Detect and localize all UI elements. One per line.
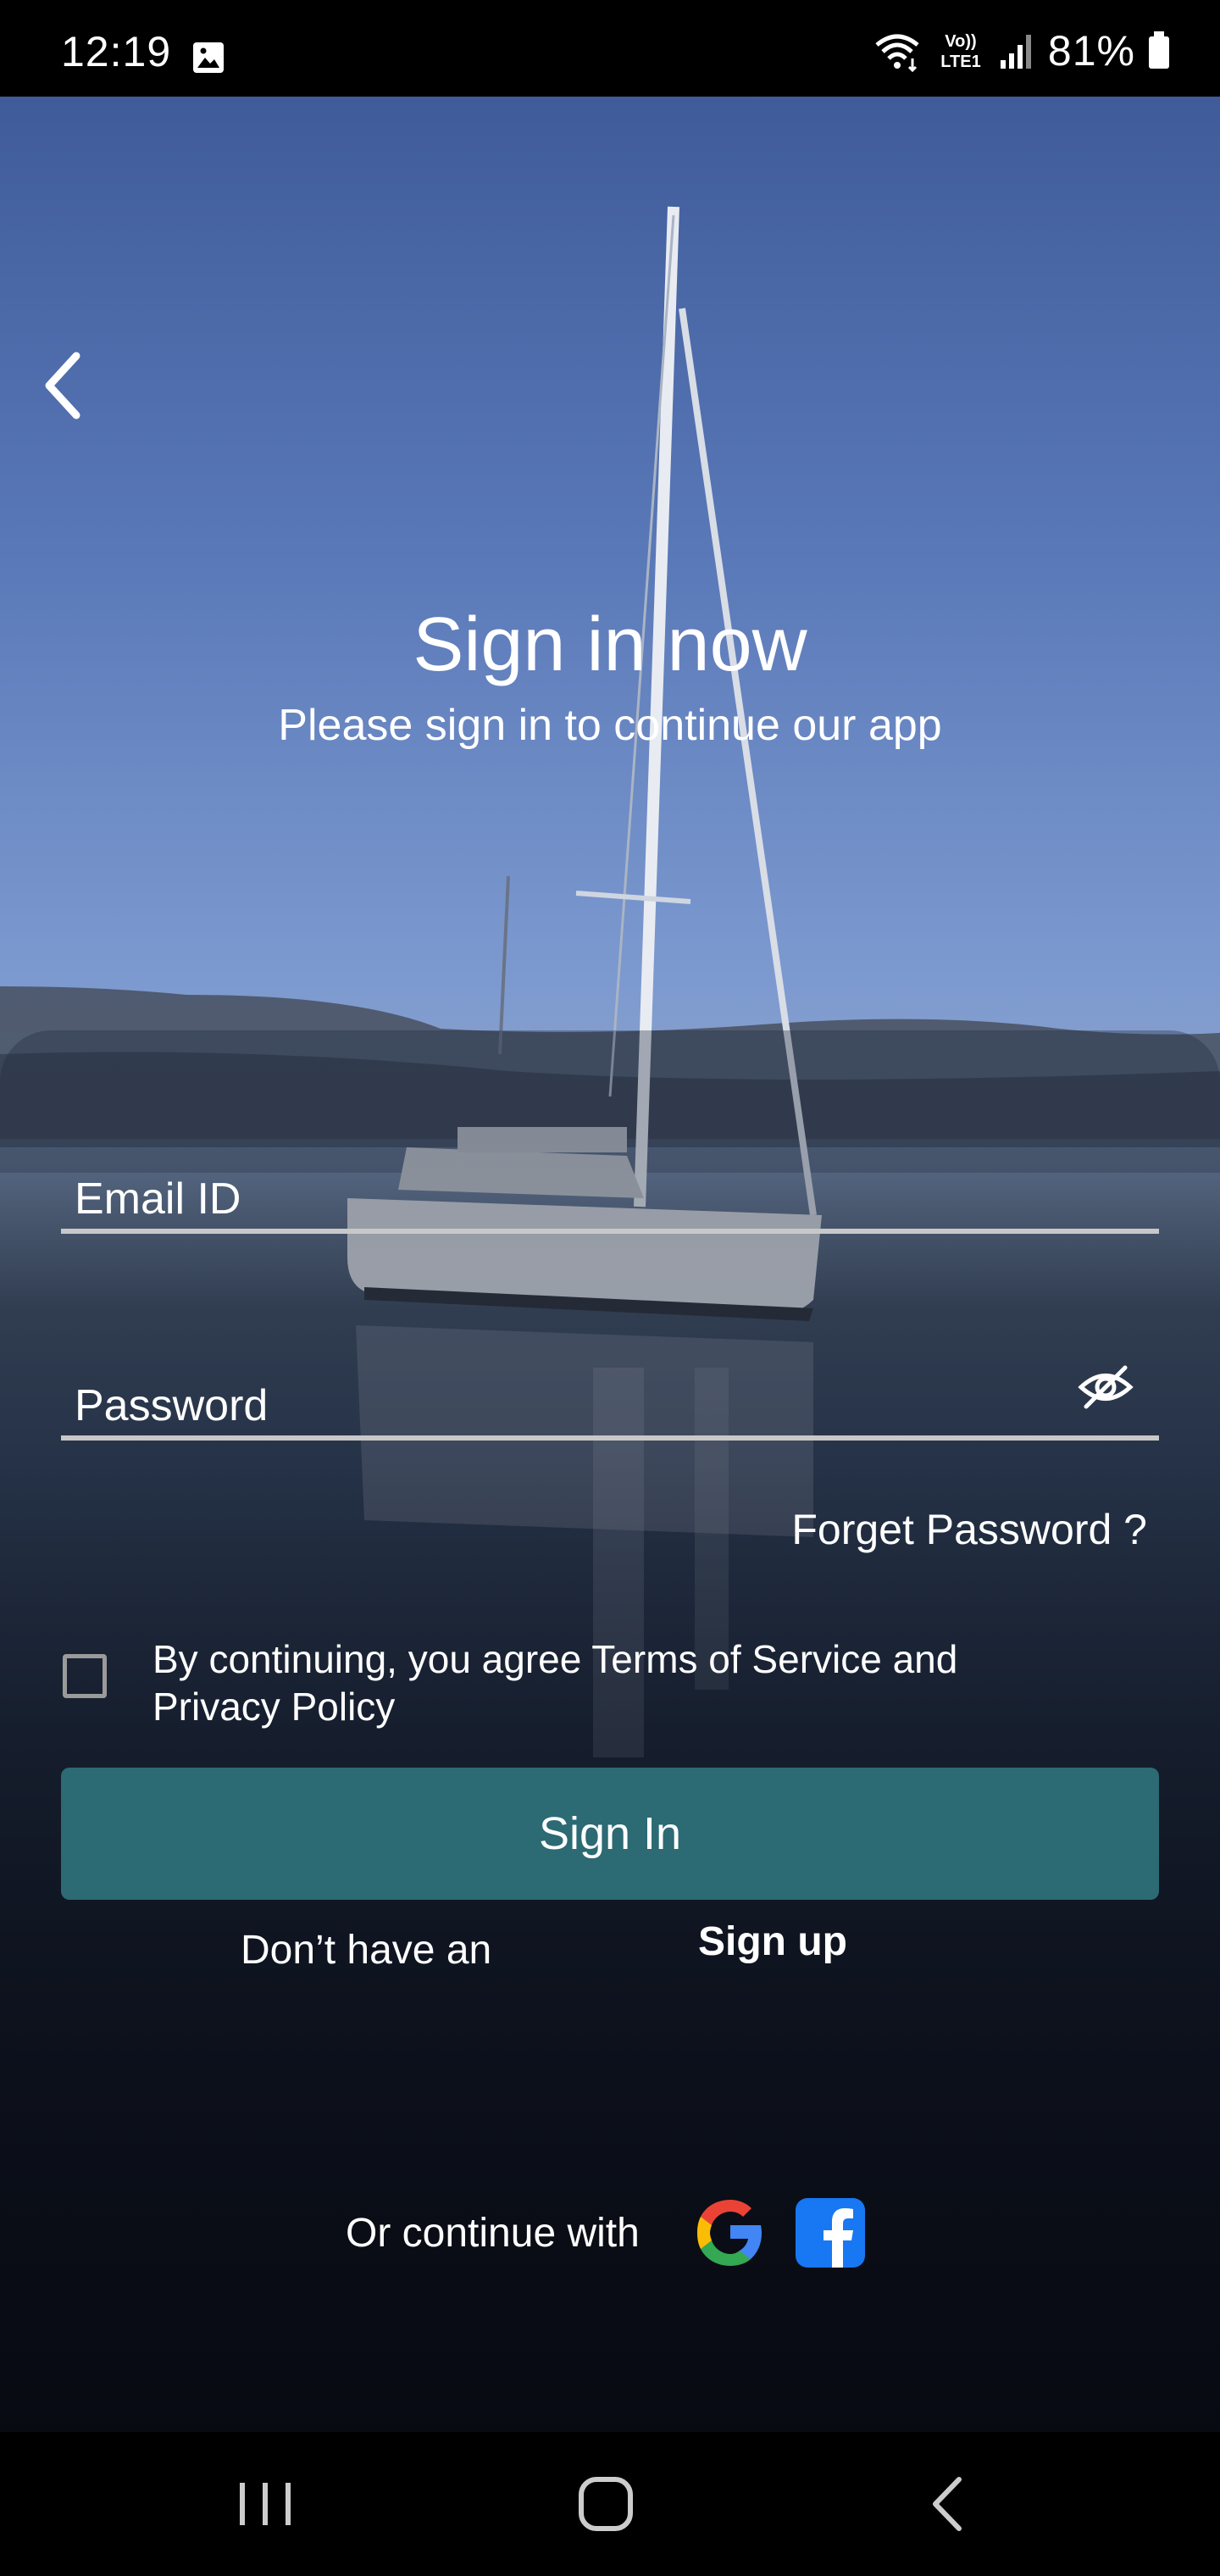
google-icon[interactable] <box>692 2195 768 2271</box>
status-icons: Vo)) LTE1 81% <box>872 25 1171 76</box>
home-button[interactable] <box>568 2466 644 2542</box>
gallery-icon <box>193 42 224 73</box>
volte-icon: Vo)) LTE1 <box>940 32 980 71</box>
page-subtitle: Please sign in to continue our app <box>278 701 942 750</box>
forget-password-link[interactable]: Forget Password ? <box>791 1505 1147 1554</box>
social-login-row: Or continue with <box>346 2195 865 2271</box>
page-title: Sign in now <box>413 602 807 687</box>
back-nav-button[interactable] <box>910 2466 986 2542</box>
recent-apps-button[interactable] <box>227 2466 303 2542</box>
svg-text:Vo)): Vo)) <box>945 32 976 51</box>
battery-percent: 81% <box>1047 27 1135 75</box>
sign-in-button[interactable]: Sign In <box>61 1768 1159 1900</box>
terms-checkbox[interactable] <box>63 1654 107 1698</box>
status-time: 12:19 <box>61 28 172 75</box>
eye-off-icon[interactable] <box>1078 1359 1134 1415</box>
sign-in-screen: 12:19 Vo)) LTE1 81% Sign in now Please s… <box>0 0 1220 2576</box>
back-button[interactable] <box>34 347 93 424</box>
email-input[interactable] <box>73 1173 1051 1225</box>
wifi-icon <box>875 34 919 72</box>
terms-text: By continuing, you agree Terms of Servic… <box>152 1637 958 1729</box>
signup-prompt-text: Don’t have an <box>241 1928 492 1973</box>
sign-up-link[interactable]: Sign up <box>698 1918 847 1965</box>
battery-icon <box>1149 31 1169 69</box>
status-bar: 12:19 Vo)) LTE1 81% <box>0 0 1220 97</box>
facebook-icon[interactable] <box>795 2198 865 2268</box>
navigation-bar <box>0 2432 1220 2576</box>
signal-icon <box>1000 35 1031 69</box>
continue-with-text: Or continue with <box>346 2210 640 2256</box>
password-input[interactable] <box>73 1380 1051 1432</box>
svg-text:LTE1: LTE1 <box>940 53 980 71</box>
email-field-container <box>61 1152 1159 1234</box>
password-field-container <box>61 1359 1159 1441</box>
